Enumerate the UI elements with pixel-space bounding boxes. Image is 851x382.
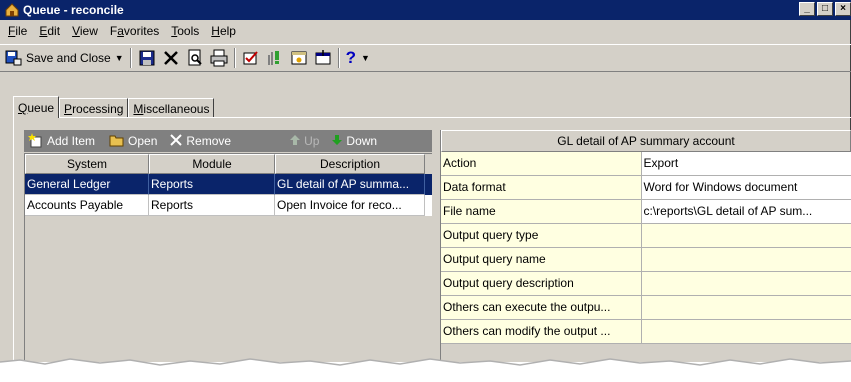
property-row[interactable]: Output query name [441,248,851,272]
window-title: Queue - reconcile [23,3,124,17]
menu-tools[interactable]: Tools [165,24,205,38]
property-value[interactable] [641,272,851,296]
column-header-system[interactable]: System [25,154,149,174]
title-bar[interactable]: Queue - reconcile _ □ × [0,0,851,20]
printer-icon [210,49,228,67]
cell-system: Accounts Payable [25,195,149,216]
close-button[interactable]: × [835,2,851,16]
property-name: Output query description [441,272,642,296]
remove-x-icon [169,133,183,150]
property-row[interactable]: Others can modify the output ... [441,320,851,344]
check-button[interactable] [239,47,263,69]
property-name: Output query type [441,224,642,248]
queue-grid: System Module Description General Ledger… [24,153,432,362]
column-header-module[interactable]: Module [149,154,275,174]
toolbar-separator [129,48,132,68]
print-preview-button[interactable] [183,47,207,69]
property-name: Data format [441,176,642,200]
tab-miscellaneous[interactable]: Miscellaneous [128,98,215,118]
save-and-close-button[interactable]: Save and Close ▼ [2,47,127,69]
help-icon: ? [345,48,357,67]
property-row[interactable]: Output query type [441,224,851,248]
save-close-icon [5,49,23,67]
arrow-up-icon [289,134,301,149]
run-button[interactable] [263,47,287,69]
folder-open-icon [109,132,125,151]
print-button[interactable] [207,47,231,69]
chevron-down-icon[interactable]: ▼ [361,53,370,63]
property-row[interactable]: Action Export [441,152,851,176]
add-item-button[interactable]: Add Item [24,132,99,151]
toolbar-separator [233,48,236,68]
save-and-close-label: Save and Close [26,51,111,65]
app-window: Queue - reconcile _ □ × File Edit View F… [0,0,851,362]
tab-queue[interactable]: Queue [13,96,60,118]
floppy-disk-icon [138,49,156,67]
main-toolbar: Save and Close ▼ ? ▼ [0,44,851,72]
properties-icon [314,49,332,67]
help-button[interactable]: ? ▼ [343,47,373,69]
menu-bar: File Edit View Favorites Tools Help [0,21,242,41]
tab-strip: Queue Processing Miscellaneous [13,96,215,118]
property-name: Others can execute the outpu... [441,296,642,320]
save-button[interactable] [135,47,159,69]
property-value[interactable] [641,224,851,248]
properties-title: GL detail of AP summary account [441,130,851,152]
properties-button[interactable] [311,47,335,69]
menu-edit[interactable]: Edit [33,24,66,38]
property-name: File name [441,200,642,224]
table-row[interactable]: General Ledger Reports GL detail of AP s… [25,174,432,195]
column-header-description[interactable]: Description [275,154,425,174]
property-name: Action [441,152,642,176]
minimize-button[interactable]: _ [799,2,815,16]
app-icon [4,2,20,18]
cell-description: Open Invoice for reco... [275,195,425,216]
torn-edge [0,356,851,379]
property-value[interactable]: Export [641,152,851,176]
property-row[interactable]: Others can execute the outpu... [441,296,851,320]
queue-toolbar: Add Item Open Remove Up Down [24,130,432,152]
property-name: Others can modify the output ... [441,320,642,344]
toolbar-separator [337,48,340,68]
table-row[interactable]: Accounts Payable Reports Open Invoice fo… [25,195,432,216]
remove-button[interactable]: Remove [165,133,235,150]
schedule-icon [290,49,308,67]
run-process-icon [266,49,284,67]
chevron-down-icon[interactable]: ▼ [115,53,124,63]
property-value[interactable] [641,296,851,320]
cell-module: Reports [149,174,275,195]
property-value[interactable]: c:\reports\GL detail of AP sum... [641,200,851,224]
property-row[interactable]: Output query description [441,272,851,296]
properties-pane: GL detail of AP summary account Action E… [440,130,851,362]
property-row[interactable]: Data format Word for Windows document [441,176,851,200]
property-name: Output query name [441,248,642,272]
menu-file[interactable]: File [2,24,33,38]
cell-system: General Ledger [25,174,149,195]
menu-view[interactable]: View [66,24,104,38]
cell-module: Reports [149,195,275,216]
property-value[interactable] [641,248,851,272]
open-button[interactable]: Open [105,132,161,151]
queue-pane: Add Item Open Remove Up Down System Modu… [24,130,432,362]
cell-description: GL detail of AP summa... [275,174,425,195]
arrow-down-icon [331,134,343,149]
delete-button[interactable] [159,47,183,69]
print-preview-icon [186,49,204,67]
property-value[interactable]: Word for Windows document [641,176,851,200]
grid-header: System Module Description [25,154,432,174]
menu-help[interactable]: Help [205,24,242,38]
checkbox-icon [242,49,260,67]
menu-favorites[interactable]: Favorites [104,24,165,38]
property-row[interactable]: File name c:\reports\GL detail of AP sum… [441,200,851,224]
delete-x-icon [162,49,180,67]
maximize-button[interactable]: □ [817,2,833,16]
schedule-button[interactable] [287,47,311,69]
tab-processing[interactable]: Processing [59,98,129,118]
property-value[interactable] [641,320,851,344]
move-down-button[interactable]: Down [327,134,381,149]
add-item-icon [28,132,44,151]
move-up-button[interactable]: Up [285,134,323,149]
